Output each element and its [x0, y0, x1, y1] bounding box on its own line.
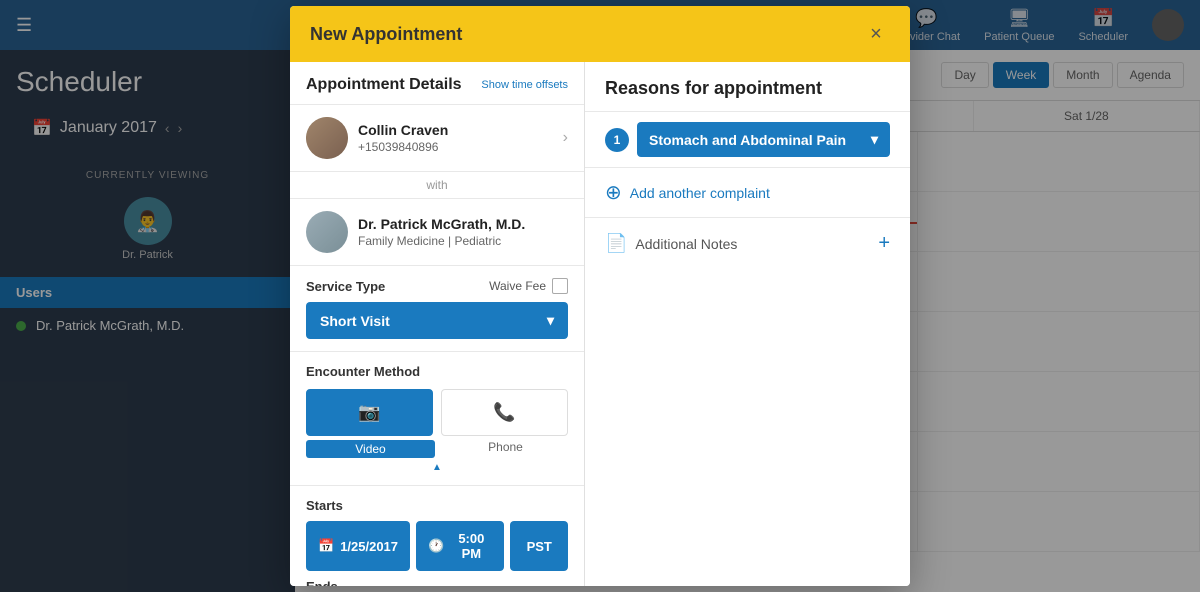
dropdown-arrow-icon: ▾ [547, 312, 554, 329]
modal-close-button[interactable]: × [862, 20, 890, 48]
calendar-sm-icon: 📅 [318, 538, 334, 554]
starts-label: Starts [306, 498, 568, 513]
modal-overlay: New Appointment × Appointment Details Sh… [0, 0, 1200, 592]
complaint-dropdown-1[interactable]: Stomach and Abdominal Pain ▾ [637, 122, 890, 157]
appt-details-header: Appointment Details Show time offsets [290, 62, 584, 105]
modal-body: Appointment Details Show time offsets Co… [290, 62, 910, 586]
encounter-arrow-icon: ▲ [306, 462, 568, 473]
patient-row: Collin Craven +15039840896 › [290, 105, 584, 172]
add-notes-button[interactable]: + [878, 232, 890, 255]
appt-details-title: Appointment Details [306, 76, 462, 94]
starts-tz-button[interactable]: PST [510, 521, 568, 571]
doctor-name: Dr. Patrick McGrath, M.D. [358, 216, 525, 232]
service-type-dropdown[interactable]: Short Visit ▾ [306, 302, 568, 339]
doctor-avatar [306, 211, 348, 253]
service-type-section: Service Type Waive Fee Short Visit ▾ [290, 266, 584, 352]
patient-avatar [306, 117, 348, 159]
reasons-panel: Reasons for appointment 1 Stomach and Ab… [585, 62, 910, 586]
waive-fee-label: Waive Fee [489, 279, 546, 293]
doctor-row: Dr. Patrick McGrath, M.D. Family Medicin… [290, 199, 584, 266]
complaint-row-1: 1 Stomach and Abdominal Pain ▾ [585, 112, 910, 168]
with-label: with [290, 172, 584, 199]
video-label: Video [355, 442, 385, 456]
service-type-label: Service Type [306, 279, 385, 294]
patient-name: Collin Craven [358, 122, 448, 138]
phone-icon: 📞 [493, 402, 515, 423]
additional-notes-row: 📄 Additional Notes + [585, 218, 910, 269]
starts-date-button[interactable]: 📅 1/25/2017 [306, 521, 410, 571]
encounter-buttons: 📷 📞 [306, 389, 568, 436]
add-complaint-row[interactable]: ⊕ Add another complaint [585, 168, 910, 218]
show-time-offsets-link[interactable]: Show time offsets [481, 79, 568, 91]
appointment-details-panel: Appointment Details Show time offsets Co… [290, 62, 585, 586]
patient-info: Collin Craven +15039840896 [306, 117, 448, 159]
modal-title: New Appointment [310, 24, 462, 45]
notes-label: Additional Notes [635, 236, 737, 252]
waive-fee-checkbox[interactable] [552, 278, 568, 294]
notes-icon: 📄 [605, 233, 627, 254]
doctor-details: Dr. Patrick McGrath, M.D. Family Medicin… [358, 216, 525, 248]
complaint-dropdown-arrow: ▾ [871, 131, 878, 148]
notes-left: 📄 Additional Notes [605, 233, 737, 254]
add-complaint-icon: ⊕ [605, 180, 622, 205]
patient-details: Collin Craven +15039840896 [358, 122, 448, 154]
doctor-specialty: Family Medicine | Pediatric [358, 234, 525, 248]
starts-section: Starts 📅 1/25/2017 🕐 5:00 PM PST Ends [290, 486, 584, 586]
patient-phone: +15039840896 [358, 140, 448, 154]
ends-label: Ends [306, 579, 568, 586]
video-encounter-button[interactable]: 📷 [306, 389, 433, 436]
starts-time-button[interactable]: 🕐 5:00 PM [416, 521, 504, 571]
waive-fee-row: Waive Fee [489, 278, 568, 294]
add-complaint-label: Add another complaint [630, 185, 770, 201]
starts-row: 📅 1/25/2017 🕐 5:00 PM PST [306, 521, 568, 571]
patient-chevron-icon[interactable]: › [563, 129, 568, 147]
phone-encounter-button[interactable]: 📞 [441, 389, 568, 436]
modal-header: New Appointment × [290, 6, 910, 62]
video-icon: 📷 [358, 402, 380, 423]
phone-label: Phone [488, 440, 523, 454]
reasons-title: Reasons for appointment [605, 78, 890, 99]
new-appointment-modal: New Appointment × Appointment Details Sh… [290, 6, 910, 586]
encounter-method-section: Encounter Method 📷 📞 Video [290, 352, 584, 486]
encounter-method-label: Encounter Method [306, 364, 568, 379]
clock-icon: 🕐 [428, 538, 444, 554]
complaint-number-1: 1 [605, 128, 629, 152]
reasons-header: Reasons for appointment [585, 62, 910, 112]
